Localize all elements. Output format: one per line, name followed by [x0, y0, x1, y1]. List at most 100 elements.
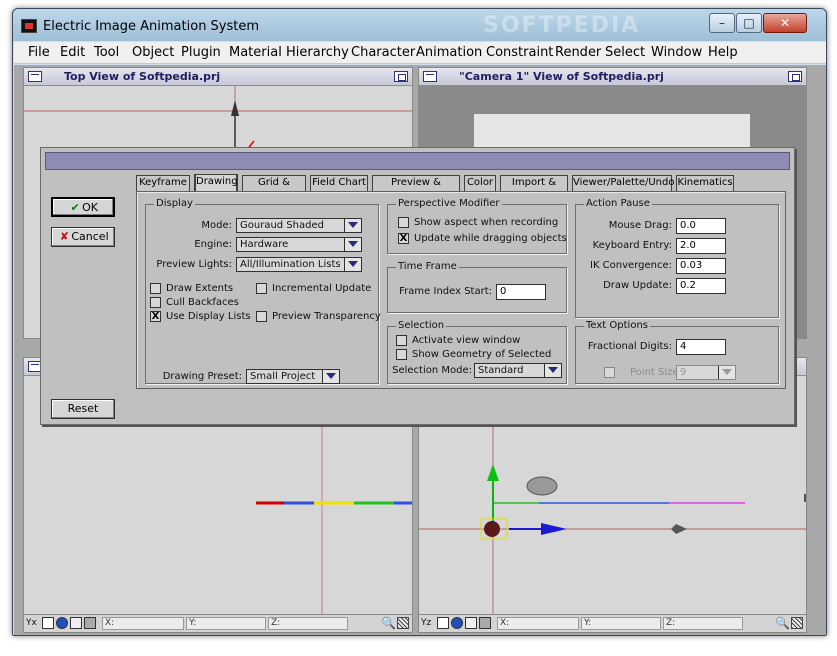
chevron-down-icon — [718, 366, 735, 379]
tab-kinematics[interactable]: Kinematics — [676, 175, 734, 191]
menu-help[interactable]: Help — [708, 45, 738, 60]
update-dragging-checkbox[interactable]: X — [398, 233, 409, 244]
maximize-button[interactable]: □ — [736, 13, 762, 33]
group-title: Display — [154, 198, 195, 209]
menu-character[interactable]: Character — [351, 45, 415, 60]
menu-tool[interactable]: Tool — [94, 45, 119, 60]
ok-button[interactable]: ✔ OK — [51, 197, 115, 217]
viewport-zoom-icon[interactable] — [788, 71, 802, 82]
tab-field-chart[interactable]: Field Chart — [310, 175, 368, 191]
drawing-preset-label: Drawing Preset: — [162, 371, 242, 382]
cancel-button[interactable]: ✘ Cancel — [51, 227, 115, 247]
chevron-down-icon — [344, 238, 361, 251]
x-axis-arrowhead — [541, 523, 567, 535]
group-title: Text Options — [584, 320, 650, 331]
menu-file[interactable]: File — [28, 45, 50, 60]
tab-drawing[interactable]: Drawing — [194, 174, 238, 192]
draw-update-input[interactable]: 0.2 — [676, 278, 726, 294]
menu-hierarchy[interactable]: Hierarchy — [286, 45, 349, 60]
close-button[interactable]: ✕ — [763, 13, 807, 33]
preview-transparency-checkbox[interactable] — [256, 311, 267, 322]
ik-convergence-input[interactable]: 0.03 — [676, 258, 726, 274]
menu-animation[interactable]: Animation — [416, 45, 482, 60]
mode-label: Mode: — [201, 220, 232, 231]
viewport-header[interactable]: Top View of Softpedia.prj — [24, 68, 412, 86]
camera-shape — [231, 100, 239, 116]
viewport-status-bar: Yz X: Y: Z: 🔍 — [419, 614, 806, 632]
frame-index-input[interactable]: 0 — [496, 284, 546, 300]
menu-render[interactable]: Render — [555, 45, 601, 60]
reset-button[interactable]: Reset — [51, 399, 115, 419]
tab-import-data[interactable]: Import & Data — [500, 175, 568, 202]
drawing-preset-value: Small Project — [250, 371, 316, 382]
fractional-digits-input[interactable]: 4 — [676, 339, 726, 355]
viewport-menu-icon[interactable] — [28, 71, 42, 82]
chevron-down-icon — [322, 370, 339, 383]
cancel-label: Cancel — [71, 230, 109, 243]
group-title: Selection — [396, 320, 447, 331]
draw-extents-checkbox[interactable] — [150, 283, 161, 294]
drawing-panel: Display Mode: Gouraud Shaded Engine: Har… — [136, 191, 786, 389]
menu-constraint[interactable]: Constraint — [486, 45, 553, 60]
mouse-drag-input[interactable]: 0.0 — [676, 218, 726, 234]
menu-material[interactable]: Material — [229, 45, 282, 60]
show-geometry-label: Show Geometry of Selected — [412, 349, 552, 360]
resize-grip-icon[interactable] — [791, 617, 803, 629]
show-geometry-checkbox[interactable] — [396, 349, 407, 360]
tab-grid-scale[interactable]: Grid & Scale — [242, 175, 306, 202]
viewport-zoom-icon[interactable] — [394, 71, 408, 82]
viewport-menu-icon[interactable] — [423, 71, 437, 82]
draw-update-label: Draw Update: — [603, 280, 672, 291]
menu-plugin[interactable]: Plugin — [181, 45, 221, 60]
chevron-down-icon — [544, 364, 561, 377]
layers-icon[interactable] — [84, 617, 96, 629]
title-bar[interactable]: Electric Image Animation System SOFTPEDI… — [13, 9, 826, 41]
menu-edit[interactable]: Edit — [60, 45, 85, 60]
render-mode-icon[interactable] — [42, 617, 54, 629]
cull-backfaces-checkbox[interactable] — [150, 297, 161, 308]
point-size-select[interactable]: 9 — [676, 365, 736, 380]
sphere-icon[interactable] — [56, 617, 68, 629]
sphere-icon[interactable] — [451, 617, 463, 629]
perspective-modifier-group: Perspective Modifier Show aspect when re… — [387, 198, 567, 254]
point-size-checkbox[interactable] — [604, 367, 615, 378]
menu-window[interactable]: Window — [651, 45, 702, 60]
activate-view-label: Activate view window — [412, 335, 521, 346]
camera-object — [526, 476, 558, 496]
group-title: Time Frame — [396, 261, 459, 272]
fractional-digits-label: Fractional Digits: — [587, 341, 672, 352]
cull-backfaces-label: Cull Backfaces — [166, 297, 239, 308]
magnifier-icon[interactable]: 🔍 — [775, 616, 790, 630]
minimize-button[interactable]: – — [709, 13, 735, 33]
resize-grip-icon[interactable] — [397, 617, 409, 629]
frame-index-label: Frame Index Start: — [399, 286, 492, 297]
drawing-preset-select[interactable]: Small Project — [246, 369, 340, 384]
render-mode-icon[interactable] — [437, 617, 449, 629]
tab-viewer-palette-undo[interactable]: Viewer/Palette/Undo — [572, 175, 675, 191]
app-icon[interactable] — [21, 19, 37, 33]
use-display-lists-checkbox[interactable]: X — [150, 311, 161, 322]
engine-label: Engine: — [194, 239, 232, 250]
mode-select[interactable]: Gouraud Shaded — [236, 218, 362, 233]
tab-color[interactable]: Color — [464, 175, 496, 191]
viewport-header[interactable]: "Camera 1" View of Softpedia.prj — [419, 68, 806, 86]
show-aspect-checkbox[interactable] — [398, 217, 409, 228]
camera-icon[interactable] — [465, 617, 477, 629]
menu-select[interactable]: Select — [605, 45, 645, 60]
chevron-down-icon — [344, 219, 361, 232]
tab-preview-render[interactable]: Preview & Render — [372, 175, 460, 202]
menu-object[interactable]: Object — [132, 45, 174, 60]
activate-view-checkbox[interactable] — [396, 335, 407, 346]
preview-lights-select[interactable]: All/Illumination Lists — [236, 257, 362, 272]
dialog-title-bar[interactable] — [45, 152, 790, 170]
incremental-update-checkbox[interactable] — [256, 283, 267, 294]
magnifier-icon[interactable]: 🔍 — [381, 616, 396, 630]
engine-select[interactable]: Hardware — [236, 237, 362, 252]
update-dragging-label: Update while dragging objects — [414, 233, 567, 244]
selection-mode-label: Selection Mode: — [392, 365, 472, 376]
selection-mode-select[interactable]: Standard — [474, 363, 562, 378]
keyboard-entry-input[interactable]: 2.0 — [676, 238, 726, 254]
tab-keyframe[interactable]: Keyframe — [136, 175, 190, 191]
camera-icon[interactable] — [70, 617, 82, 629]
layers-icon[interactable] — [479, 617, 491, 629]
